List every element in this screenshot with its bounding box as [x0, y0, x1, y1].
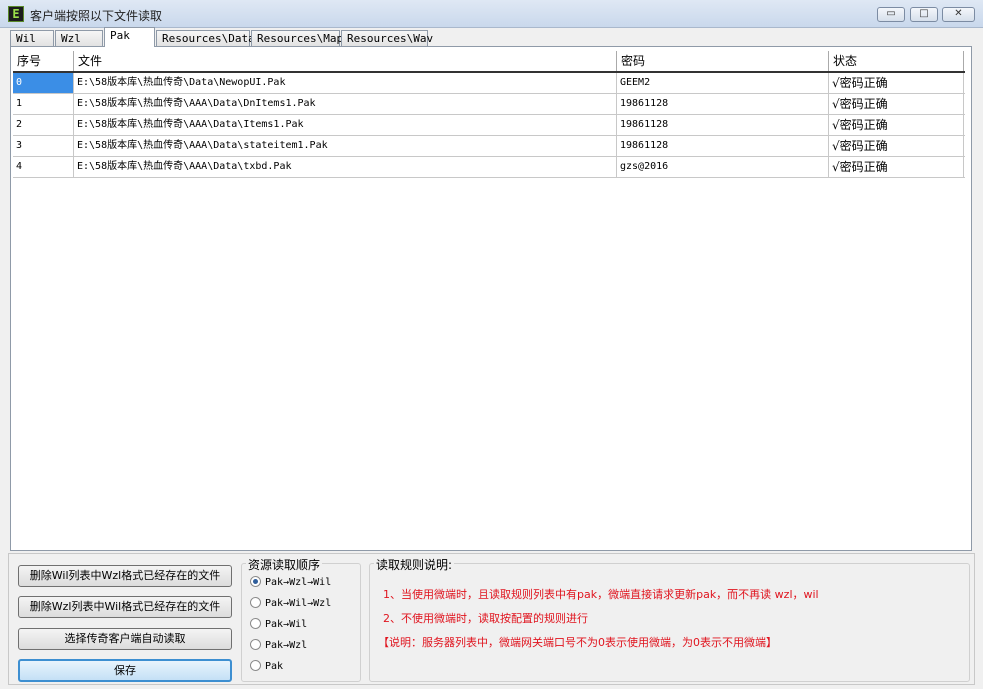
close-icon: ✕ [954, 8, 963, 19]
cell-password: GEEM2 [617, 73, 829, 93]
rule-note: 【说明：服务器列表中，微端网关端口号不为0表示使用微端，为0表示不用微端】 [378, 636, 777, 649]
file-list-panel[interactable]: 序号 文件 密码 状态 0 E:\58版本库\热血传奇\Data\NewopUI… [10, 46, 972, 551]
column-header-index[interactable]: 序号 [13, 51, 74, 71]
order-option-label: Pak [265, 661, 284, 672]
tab-resources-map[interactable]: Resources\Map [251, 30, 343, 46]
delete-wil-duplicates-button[interactable]: 删除Wil列表中Wzl格式已经存在的文件 [18, 565, 232, 587]
read-rules-group: 读取规则说明: 1、当使用微端时，且读取规则列表中有pak，微端直接请求更新pa… [369, 556, 970, 682]
table-row[interactable]: 1 E:\58版本库\热血传奇\AAA\Data\DnItems1.Pak 19… [13, 94, 965, 115]
order-option-label: Pak→Wzl [265, 640, 308, 651]
column-header-file[interactable]: 文件 [74, 51, 617, 71]
cell-file: E:\58版本库\热血传奇\AAA\Data\DnItems1.Pak [74, 94, 617, 114]
maximize-button[interactable]: □ [910, 7, 938, 22]
save-button[interactable]: 保存 [18, 659, 232, 682]
tab-wzl[interactable]: Wzl [55, 30, 103, 46]
cell-password: 19861128 [617, 115, 829, 135]
window-title: 客户端按照以下文件读取 [30, 9, 163, 23]
close-button[interactable]: ✕ [942, 7, 975, 22]
cell-password: 19861128 [617, 136, 829, 156]
tab-resources-wav[interactable]: Resources\Wav [341, 30, 433, 46]
cell-status: √密码正确 [829, 94, 964, 114]
radio-selected-icon[interactable] [250, 576, 261, 587]
rule-line-2: 2、不使用微端时，读取按配置的规则进行 [383, 612, 588, 625]
cell-index: 1 [13, 94, 74, 114]
tab-resources-data[interactable]: Resources\Data [156, 30, 255, 46]
maximize-icon: □ [919, 8, 929, 19]
cell-index: 2 [13, 115, 74, 135]
cell-file: E:\58版本库\热血传奇\AAA\Data\stateitem1.Pak [74, 136, 617, 156]
radio-icon[interactable] [250, 597, 261, 608]
table-row[interactable]: 3 E:\58版本库\热血传奇\AAA\Data\stateitem1.Pak … [13, 136, 965, 157]
cell-index: 0 [13, 73, 74, 93]
app-icon: E [8, 6, 24, 22]
cell-index: 3 [13, 136, 74, 156]
order-option-label: Pak→Wil→Wzl [265, 598, 332, 609]
table-header: 序号 文件 密码 状态 [13, 51, 965, 73]
order-option-label: Pak→Wil [265, 619, 308, 630]
table-row[interactable]: 4 E:\58版本库\热血传奇\AAA\Data\txbd.Pak gzs@20… [13, 157, 965, 178]
radio-icon[interactable] [250, 618, 261, 629]
cell-index: 4 [13, 157, 74, 177]
cell-password: gzs@2016 [617, 157, 829, 177]
read-order-title: 资源读取顺序 [246, 556, 323, 573]
rule-line-1: 1、当使用微端时，且读取规则列表中有pak，微端直接请求更新pak，而不再读 w… [383, 588, 819, 601]
order-option-label: Pak→Wzl→Wil [265, 577, 332, 588]
cell-status: √密码正确 [829, 157, 964, 177]
radio-icon[interactable] [250, 660, 261, 671]
radio-icon[interactable] [250, 639, 261, 650]
cell-status: √密码正确 [829, 115, 964, 135]
read-order-group: 资源读取顺序 Pak→Wzl→Wil Pak→Wil→Wzl Pak→Wil P… [241, 556, 361, 682]
bottom-panel: 删除Wil列表中Wzl格式已经存在的文件 删除Wzl列表中Wil格式已经存在的文… [8, 553, 975, 685]
order-option-pak-wzl-wil[interactable]: Pak→Wzl→Wil [250, 575, 331, 591]
column-header-password[interactable]: 密码 [617, 51, 829, 71]
auto-read-client-button[interactable]: 选择传奇客户端自动读取 [18, 628, 232, 650]
order-option-pak-wil-wzl[interactable]: Pak→Wil→Wzl [250, 596, 331, 612]
tab-wil[interactable]: Wil [10, 30, 54, 46]
cell-password: 19861128 [617, 94, 829, 114]
order-option-pak[interactable]: Pak [250, 659, 283, 675]
delete-wzl-duplicates-button[interactable]: 删除Wzl列表中Wil格式已经存在的文件 [18, 596, 232, 618]
cell-file: E:\58版本库\热血传奇\Data\NewopUI.Pak [74, 73, 617, 93]
table-row[interactable]: 0 E:\58版本库\热血传奇\Data\NewopUI.Pak GEEM2 √… [13, 73, 965, 94]
order-option-pak-wzl[interactable]: Pak→Wzl [250, 638, 307, 654]
tab-pak[interactable]: Pak [104, 27, 155, 47]
title-bar: E 客户端按照以下文件读取 ▭ □ ✕ [0, 0, 983, 28]
column-header-status[interactable]: 状态 [829, 51, 964, 71]
table-row[interactable]: 2 E:\58版本库\热血传奇\AAA\Data\Items1.Pak 1986… [13, 115, 965, 136]
minimize-button[interactable]: ▭ [877, 7, 905, 22]
cell-status: √密码正确 [829, 136, 964, 156]
read-rules-title: 读取规则说明: [374, 556, 455, 573]
cell-file: E:\58版本库\热血传奇\AAA\Data\Items1.Pak [74, 115, 617, 135]
cell-file: E:\58版本库\热血传奇\AAA\Data\txbd.Pak [74, 157, 617, 177]
minimize-icon: ▭ [886, 8, 896, 19]
order-option-pak-wil[interactable]: Pak→Wil [250, 617, 307, 633]
cell-status: √密码正确 [829, 73, 964, 93]
